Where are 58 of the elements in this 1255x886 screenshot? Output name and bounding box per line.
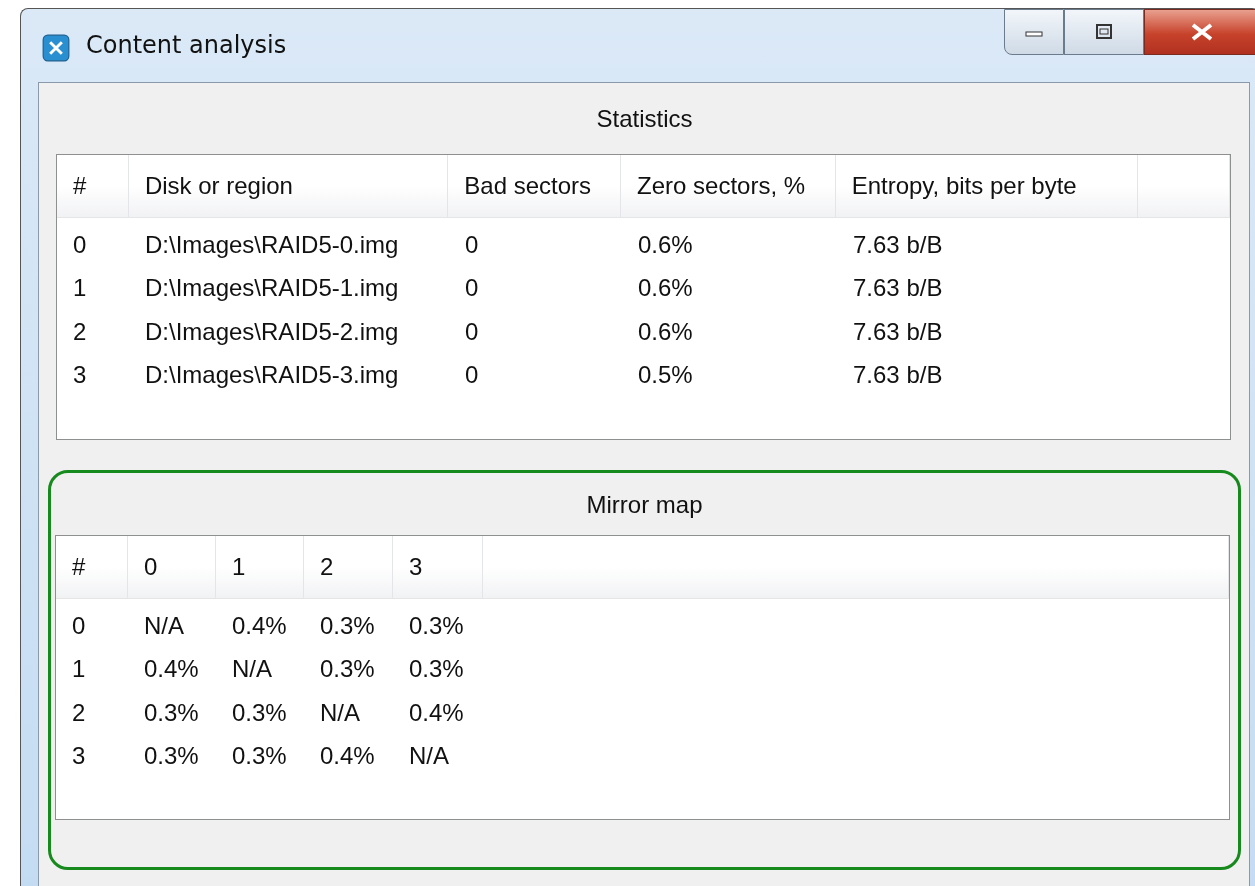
column-header[interactable]: 0 [128, 536, 216, 598]
table-cell-text: 7.63 b/B [852, 317, 944, 346]
maximize-button[interactable] [1064, 9, 1144, 55]
section-title: Mirror map [585, 490, 704, 520]
column-header[interactable]: Disk or region [128, 155, 449, 217]
table-cell-text: N/A [231, 655, 273, 684]
table-cell-text: 0.3% [143, 742, 200, 771]
table-cell-text: 2 [71, 698, 87, 727]
table-cell-text: 0.3% [231, 698, 288, 727]
close-button[interactable] [1144, 9, 1255, 55]
table-cell-text: 7.63 b/B [852, 274, 944, 303]
table-cell-text: 0 [71, 611, 87, 640]
table-cell-text: 3 [71, 742, 87, 771]
section-title: Statistics [595, 104, 694, 134]
maximize-icon [1094, 23, 1114, 41]
table-cell-text: 0.3% [143, 698, 200, 727]
table-cell-text: D:\Images\RAID5-0.img [144, 230, 400, 259]
table-cell-text: 0.6% [637, 317, 694, 346]
table-cell-text: 0.4% [231, 611, 288, 640]
table-cell-text: 0.6% [637, 230, 694, 259]
table-cell-text: 0.3% [408, 655, 465, 684]
table-cell-text: 0.4% [143, 655, 200, 684]
table-cell-text: D:\Images\RAID5-2.img [144, 317, 400, 346]
table-cell-text: 0 [464, 361, 480, 390]
table-cell-text: 3 [72, 361, 88, 390]
table-cell-text: D:\Images\RAID5-1.img [144, 274, 400, 303]
minimize-button[interactable] [1004, 9, 1064, 55]
table-cell-text: 0.5% [637, 361, 694, 390]
column-header[interactable]: Zero sectors, % [621, 155, 836, 217]
table-cell-text: N/A [143, 611, 185, 640]
column-header[interactable]: # [57, 155, 129, 217]
table-cell-text: 0.6% [637, 274, 694, 303]
table-cell-text: D:\Images\RAID5-3.img [144, 361, 400, 390]
table-cell-text: 7.63 b/B [852, 361, 944, 390]
table-cell-text: 0.4% [408, 698, 465, 727]
column-header[interactable]: 1 [216, 536, 304, 598]
column-header[interactable]: Entropy, bits per byte [835, 155, 1139, 217]
table-cell-text: 0.4% [319, 742, 376, 771]
table-cell-text: 0 [464, 274, 480, 303]
table-cell-text: 0 [72, 230, 88, 259]
table-cell-text: 0 [464, 317, 480, 346]
column-header[interactable]: # [56, 536, 128, 598]
column-header[interactable]: 2 [304, 536, 393, 598]
table-cell-text: 7.63 b/B [852, 230, 944, 259]
table-cell-text: 2 [72, 317, 88, 346]
table-cell-text: 0 [464, 230, 480, 259]
table-cell-text: 0.3% [319, 655, 376, 684]
app-icon [42, 34, 70, 62]
table-cell-text: 0.3% [408, 611, 465, 640]
column-header[interactable]: Bad sectors [448, 155, 622, 217]
table-cell-text: 1 [72, 274, 88, 303]
table-cell-text: 1 [71, 655, 87, 684]
column-header[interactable]: 3 [393, 536, 483, 598]
table-cell-text: N/A [408, 742, 450, 771]
window-title: Content analysis [86, 31, 287, 59]
table-cell-text: N/A [319, 698, 361, 727]
table-cell-text: 0.3% [319, 611, 376, 640]
table-cell-text: 0.3% [231, 742, 288, 771]
